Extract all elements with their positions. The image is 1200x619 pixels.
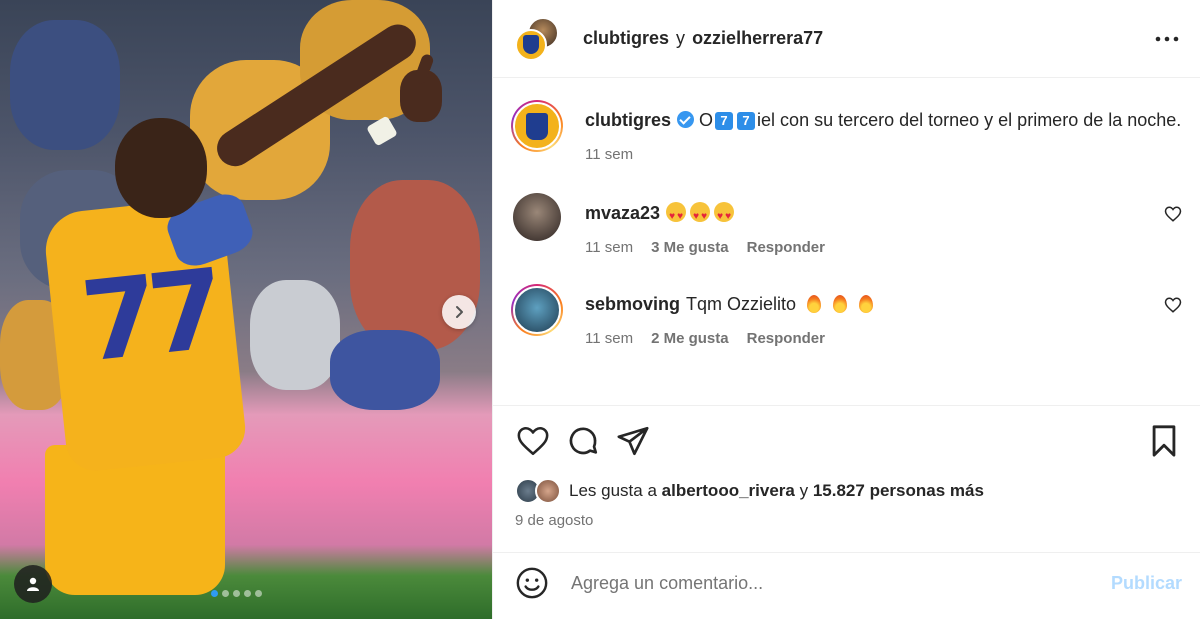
- heart-icon[interactable]: [1164, 296, 1182, 314]
- paper-plane-icon: [617, 426, 649, 456]
- likes-conjunction: y: [799, 481, 809, 500]
- verified-badge-icon: [677, 111, 695, 128]
- club-shield-icon: [523, 35, 539, 54]
- comment-likes-count[interactable]: 3 Me gusta: [651, 239, 729, 256]
- liker-avatars: [515, 476, 567, 506]
- avatar[interactable]: [511, 100, 563, 152]
- likes-prefix: Les gusta a: [569, 481, 657, 500]
- liker-username[interactable]: albertooo_rivera: [662, 481, 795, 501]
- carousel-dot: [222, 590, 229, 597]
- crowd-figure: [330, 330, 440, 410]
- carousel-dot: [233, 590, 240, 597]
- crowd-figure: [250, 280, 340, 390]
- author-link[interactable]: clubtigres: [583, 28, 669, 48]
- reply-button[interactable]: Responder: [747, 330, 825, 347]
- avatar[interactable]: [513, 193, 561, 241]
- publish-button[interactable]: Publicar: [1111, 573, 1182, 594]
- caption-username[interactable]: clubtigres: [585, 110, 671, 130]
- comment-body: Tqm Ozzielito: [686, 294, 797, 314]
- comment: mvaza23 11 sem 3 Me gusta Responder: [511, 193, 1182, 256]
- crowd-figure: [10, 20, 120, 150]
- club-shield-icon: [526, 112, 548, 140]
- post-media[interactable]: 77: [0, 0, 492, 619]
- reply-button[interactable]: Responder: [747, 239, 825, 256]
- comment-button[interactable]: [565, 423, 601, 459]
- comment-likes-count[interactable]: 2 Me gusta: [651, 330, 729, 347]
- keycap-seven-icon: 7: [715, 112, 734, 130]
- carousel-indicators: [211, 590, 262, 597]
- heart-eyes-emoji-icon: [714, 202, 735, 231]
- caption: clubtigres O 7 7 iel con su tercero del torn…: [511, 100, 1182, 163]
- avatar[interactable]: [511, 284, 563, 336]
- share-button[interactable]: [615, 423, 651, 459]
- collab-avatars[interactable]: [515, 16, 559, 61]
- save-button[interactable]: [1146, 423, 1182, 459]
- jersey-number: 77: [75, 245, 222, 387]
- player-shorts: [45, 445, 225, 595]
- post-header: clubtigres y ozzielherrera77: [493, 0, 1200, 78]
- caption-body: iel con su tercero del torneo y el prime…: [757, 110, 1182, 130]
- comment-username[interactable]: mvaza23: [585, 203, 660, 223]
- emoji-picker-button[interactable]: [515, 566, 551, 602]
- carousel-next-button[interactable]: [442, 295, 476, 329]
- comment-bubble-icon: [569, 427, 598, 455]
- comment: sebmoving Tqm Ozzielito 11 sem 2 Me gusta…: [511, 284, 1182, 347]
- post-authors: clubtigres y ozzielherrera77: [583, 28, 823, 49]
- post-date[interactable]: 9 de agosto: [493, 506, 1200, 552]
- post-panel: clubtigres y ozzielherrera77 clubtigres O…: [492, 0, 1200, 619]
- comments-section: clubtigres O 7 7 iel con su tercero del torn…: [493, 78, 1200, 406]
- timestamp: 11 sem: [585, 239, 634, 256]
- comment-text: mvaza23: [585, 193, 825, 231]
- comment-input[interactable]: [571, 573, 1111, 594]
- likes-summary: Les gusta a albertooo_rivera y 15.827 pe…: [493, 476, 1200, 506]
- avatar: [515, 28, 547, 61]
- caption-body: O: [699, 110, 714, 130]
- carousel-dot: [211, 590, 218, 597]
- author-separator: y: [676, 28, 686, 48]
- likes-others-link[interactable]: 15.827 personas más: [813, 481, 984, 501]
- heart-icon[interactable]: [1164, 205, 1182, 223]
- heart-icon: [517, 426, 549, 456]
- timestamp: 11 sem: [585, 330, 634, 347]
- carousel-dot: [244, 590, 251, 597]
- smiley-icon: [516, 567, 548, 598]
- timestamp[interactable]: 11 sem: [585, 146, 633, 163]
- heart-eyes-emoji-icon: [666, 202, 687, 231]
- comment-meta: 11 sem 3 Me gusta Responder: [585, 239, 825, 256]
- caption-text: clubtigres O 7 7 iel con su tercero del torn…: [585, 100, 1181, 134]
- player-wristband: [366, 115, 398, 147]
- chevron-right-icon: [456, 306, 463, 318]
- author-link[interactable]: ozzielherrera77: [692, 28, 823, 48]
- caption-meta: 11 sem: [585, 146, 1181, 163]
- comment-username[interactable]: sebmoving: [585, 294, 680, 314]
- heart-eyes-emoji-icon: [690, 202, 711, 231]
- like-button[interactable]: [515, 423, 551, 459]
- carousel-dot: [255, 590, 262, 597]
- more-horizontal-icon: [1155, 36, 1179, 41]
- fire-emoji-icon: [807, 295, 822, 313]
- add-comment-bar: Publicar: [493, 552, 1200, 614]
- bookmark-icon: [1152, 425, 1176, 457]
- player-head: [115, 118, 207, 218]
- more-options-button[interactable]: [1152, 24, 1182, 54]
- comment-text: sebmoving Tqm Ozzielito: [585, 284, 879, 318]
- post-actions: [493, 406, 1200, 476]
- avatar: [535, 478, 561, 504]
- fire-emoji-icon: [859, 295, 874, 313]
- fire-emoji-icon: [833, 295, 848, 313]
- keycap-seven-icon: 7: [737, 112, 756, 130]
- tagged-users-button[interactable]: [14, 565, 52, 603]
- comment-meta: 11 sem 2 Me gusta Responder: [585, 330, 879, 347]
- user-icon: [27, 577, 39, 591]
